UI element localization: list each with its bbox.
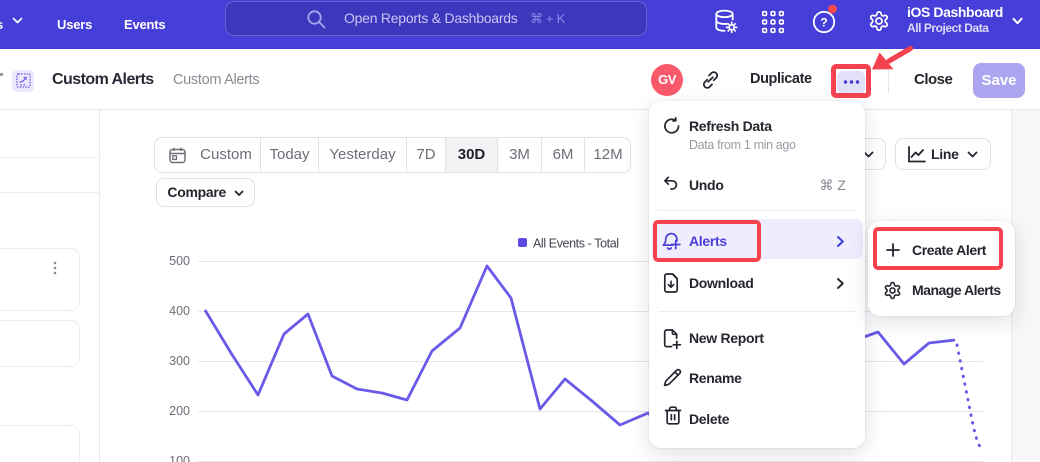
svg-text:100: 100 <box>169 454 190 462</box>
svg-text:400: 400 <box>169 304 190 318</box>
svg-text:300: 300 <box>169 354 190 368</box>
svg-text:200: 200 <box>169 404 190 418</box>
svg-text:?: ? <box>820 16 827 30</box>
svg-text:500: 500 <box>169 254 190 268</box>
svg-text:All Events - Total: All Events - Total <box>533 237 619 251</box>
